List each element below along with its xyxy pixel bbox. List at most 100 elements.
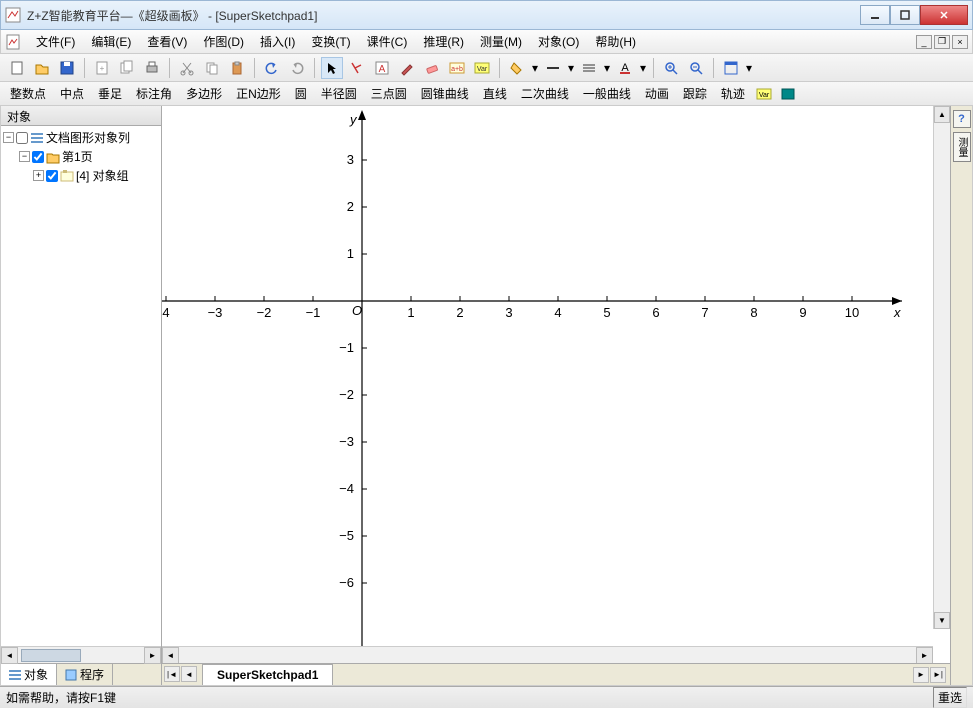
measure-panel-button[interactable]: 测量 (953, 132, 971, 162)
tool-midpoint[interactable]: 中点 (56, 83, 88, 104)
redo-button[interactable] (286, 57, 308, 79)
tab-first-button[interactable]: |◄ (164, 666, 180, 682)
menu-insert[interactable]: 插入(I) (253, 30, 302, 53)
tree-checkbox[interactable] (16, 132, 28, 144)
menu-view[interactable]: 查看(V) (140, 30, 194, 53)
menu-transform[interactable]: 变换(T) (304, 30, 357, 53)
tool-semicircle[interactable]: 半径圆 (317, 83, 361, 104)
line-style-dropdown-icon[interactable]: ▾ (567, 61, 575, 75)
status-hint: 如需帮助，请按F1键 (6, 689, 116, 706)
open-button[interactable] (31, 57, 53, 79)
var-icon[interactable]: Var (755, 85, 773, 103)
tool-circle[interactable]: 圆 (291, 83, 311, 104)
menu-courseware[interactable]: 课件(C) (360, 30, 415, 53)
paste-button[interactable] (226, 57, 248, 79)
scroll-right-icon[interactable]: ► (916, 647, 933, 664)
menu-help[interactable]: 帮助(H) (588, 30, 643, 53)
menu-file[interactable]: 文件(F) (29, 30, 82, 53)
svg-text:−3: −3 (339, 434, 354, 449)
expand-icon[interactable]: + (33, 170, 44, 181)
point-button[interactable] (346, 57, 368, 79)
line-weight-dropdown-icon[interactable]: ▾ (603, 61, 611, 75)
window-maximize-button[interactable] (890, 5, 920, 25)
tool-quadratic[interactable]: 二次曲线 (517, 83, 573, 104)
tool-markangle[interactable]: 标注角 (132, 83, 176, 104)
fullscreen-dropdown-icon[interactable]: ▾ (745, 61, 753, 75)
save-button[interactable] (56, 57, 78, 79)
tool-trace[interactable]: 跟踪 (679, 83, 711, 104)
document-tab[interactable]: SuperSketchpad1 (202, 664, 333, 685)
sidebar-tab-object[interactable]: 对象 (1, 664, 57, 685)
zoom-out-button[interactable] (685, 57, 707, 79)
line-weight-button[interactable] (578, 57, 600, 79)
scroll-down-icon[interactable]: ▼ (934, 612, 950, 629)
scroll-thumb[interactable] (21, 649, 81, 662)
tree-group[interactable]: + [4] 对象组 (3, 166, 159, 185)
expand-icon[interactable]: − (19, 151, 30, 162)
line-style-button[interactable] (542, 57, 564, 79)
menu-edit[interactable]: 编辑(E) (84, 30, 138, 53)
scroll-left-icon[interactable]: ◄ (162, 647, 179, 664)
tree-page[interactable]: − 第1页 (3, 147, 159, 166)
eraser-button[interactable] (421, 57, 443, 79)
pointer-button[interactable] (321, 57, 343, 79)
text-button[interactable]: A (371, 57, 393, 79)
canvas-vscrollbar[interactable]: ▲ ▼ (933, 106, 950, 629)
new-page-button[interactable]: + (91, 57, 113, 79)
fullscreen-button[interactable] (720, 57, 742, 79)
scroll-up-icon[interactable]: ▲ (934, 106, 950, 123)
screen-icon[interactable] (779, 85, 797, 103)
sidebar-hscrollbar[interactable]: ◄ ► (1, 646, 161, 663)
expand-icon[interactable]: − (3, 132, 14, 143)
canvas-hscrollbar[interactable]: ◄ ► (162, 646, 933, 663)
tab-last-button[interactable]: ►| (930, 667, 946, 683)
object-tree[interactable]: − 文档图形对象列 − 第1页 + [4] 对象组 (1, 126, 161, 646)
menu-reason[interactable]: 推理(R) (416, 30, 471, 53)
expression-button[interactable]: a+b (446, 57, 468, 79)
tool-conic[interactable]: 圆锥曲线 (417, 83, 473, 104)
fill-dropdown-icon[interactable]: ▾ (531, 61, 539, 75)
copy-button[interactable] (201, 57, 223, 79)
tool-foot[interactable]: 垂足 (94, 83, 126, 104)
tool-regpoly[interactable]: 正N边形 (232, 83, 285, 104)
window-minimize-button[interactable] (860, 5, 890, 25)
new-button[interactable] (6, 57, 28, 79)
tool-threepointcircle[interactable]: 三点圆 (367, 83, 411, 104)
scroll-right-icon[interactable]: ► (144, 647, 161, 664)
menu-measure[interactable]: 测量(M) (473, 30, 529, 53)
sidebar-tab-program[interactable]: 程序 (57, 664, 113, 685)
tree-root[interactable]: − 文档图形对象列 (3, 128, 159, 147)
draw-toolbar: 整数点 中点 垂足 标注角 多边形 正N边形 圆 半径圆 三点圆 圆锥曲线 直线… (0, 82, 973, 106)
zoom-in-button[interactable] (660, 57, 682, 79)
mdi-close-button[interactable]: × (952, 35, 968, 49)
menu-object[interactable]: 对象(O) (531, 30, 586, 53)
menu-draw[interactable]: 作图(D) (196, 30, 251, 53)
coordinate-canvas[interactable]: 4−3−2−112345678910−6−5−4−3−2−1123Oxy ▲ ▼ (162, 106, 950, 646)
undo-button[interactable] (261, 57, 283, 79)
mdi-restore-button[interactable]: ❐ (934, 35, 950, 49)
window-close-button[interactable] (920, 5, 968, 25)
cut-button[interactable] (176, 57, 198, 79)
tree-checkbox[interactable] (46, 170, 58, 182)
list-icon (30, 131, 44, 145)
tree-checkbox[interactable] (32, 151, 44, 163)
tab-next-button[interactable]: ► (913, 667, 929, 683)
variable-button[interactable]: Var (471, 57, 493, 79)
help-button[interactable]: ? (953, 110, 971, 128)
pages-button[interactable] (116, 57, 138, 79)
font-color-button[interactable]: A (614, 57, 636, 79)
tool-line[interactable]: 直线 (479, 83, 511, 104)
scroll-left-icon[interactable]: ◄ (1, 647, 18, 664)
tool-locus[interactable]: 轨迹 (717, 83, 749, 104)
tool-intpoint[interactable]: 整数点 (6, 83, 50, 104)
tool-animation[interactable]: 动画 (641, 83, 673, 104)
svg-text:4: 4 (554, 305, 561, 320)
mdi-minimize-button[interactable]: _ (916, 35, 932, 49)
fill-button[interactable] (506, 57, 528, 79)
font-color-dropdown-icon[interactable]: ▾ (639, 61, 647, 75)
tool-generalcurve[interactable]: 一般曲线 (579, 83, 635, 104)
tool-polygon[interactable]: 多边形 (182, 83, 226, 104)
pen-button[interactable] (396, 57, 418, 79)
tab-prev-button[interactable]: ◄ (181, 666, 197, 682)
print-button[interactable] (141, 57, 163, 79)
